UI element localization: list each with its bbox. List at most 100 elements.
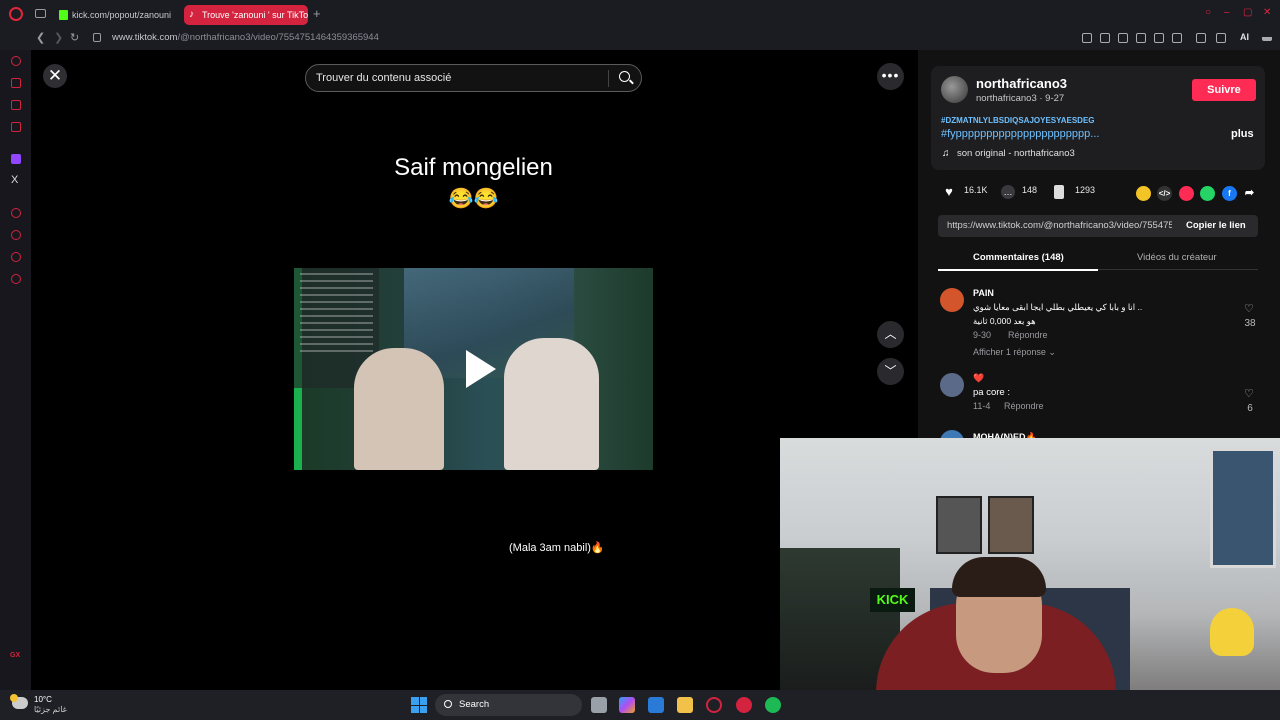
copy-link-button[interactable]: Copier le lien [1186, 220, 1246, 231]
weather-condition: غائم جزئيًا [34, 705, 67, 714]
webcam-overlay: KICK [780, 438, 1280, 690]
reload-icon[interactable]: ↻ [70, 31, 79, 44]
hashtag-link[interactable]: #fypppppppppppppppppppppp... [941, 128, 1099, 140]
sidebar-extensions-icon[interactable] [11, 252, 21, 262]
chevron-up-icon[interactable]: ︿ [877, 321, 904, 348]
follow-button[interactable]: Suivre [1192, 79, 1256, 101]
browser-tab-kick[interactable]: kick.com/popout/zanouni [54, 5, 174, 25]
back-icon[interactable]: ❮ [36, 31, 45, 44]
search-tabs-icon[interactable]: ○ [1205, 8, 1215, 18]
taskbar-search[interactable]: Search [435, 694, 582, 716]
browser-tab-bar: kick.com/popout/zanouni ♪ Trouve 'zanoun… [0, 0, 1280, 28]
tab-comments[interactable]: Commentaires (148) [973, 252, 1064, 263]
chevron-down-icon[interactable]: ﹀ [877, 358, 904, 385]
file-explorer-icon[interactable] [677, 697, 693, 713]
browser-tab-tiktok[interactable]: ♪ Trouve 'zanouni ' sur TikTo [184, 5, 308, 25]
wall-picture [988, 496, 1034, 554]
comment-date: 11-4 [973, 401, 991, 411]
store-icon[interactable] [648, 697, 664, 713]
video-caption: (Mala 3am nabil)🔥 [509, 542, 605, 554]
save-count: 1293 [1075, 185, 1096, 195]
heart-icon[interactable]: ♥ [942, 185, 956, 199]
comment-icon[interactable]: … [1001, 185, 1015, 199]
reply-button[interactable]: Répondre [1004, 401, 1044, 411]
related-search-input[interactable]: Trouver du contenu associé [305, 64, 642, 92]
avatar[interactable] [940, 288, 964, 312]
sidebar-messenger-icon[interactable] [11, 100, 21, 110]
streamer [876, 557, 1116, 690]
sidebar-twitch-icon[interactable] [11, 154, 21, 164]
comment-count: 148 [1022, 185, 1038, 195]
hashtag-link[interactable]: #DZMATNLYLBSDIQSAJOYESYAESDEG [941, 116, 1095, 125]
author-name[interactable]: northafricano3 [976, 76, 1067, 91]
weather-icon[interactable] [10, 694, 28, 709]
aria-ai-button[interactable]: AI [1240, 32, 1249, 42]
comments-tabs: Commentaires (148) Vidéos du créateur [938, 250, 1258, 271]
valorant-icon[interactable] [736, 697, 752, 713]
spotify-icon[interactable] [765, 697, 781, 713]
opera-icon[interactable] [9, 7, 23, 21]
facebook-icon[interactable]: f [1222, 186, 1237, 201]
maximize-icon[interactable]: ▢ [1243, 8, 1253, 18]
sidebar-gx-corner-icon[interactable] [11, 56, 21, 66]
heart-icon[interactable]: ♡ [1244, 389, 1255, 400]
task-view-icon[interactable] [591, 697, 607, 713]
forward-icon[interactable]: ❯ [54, 31, 63, 44]
wall-picture [936, 496, 982, 554]
embed-icon[interactable]: </> [1157, 186, 1172, 201]
pin-icon[interactable] [1082, 33, 1092, 43]
heart-icon[interactable]: ♡ [1244, 304, 1255, 315]
sidebar-instagram-icon[interactable] [11, 122, 21, 132]
kick-favicon [59, 10, 68, 20]
plush-toy [1210, 608, 1254, 656]
send-icon[interactable] [1179, 186, 1194, 201]
comment-username[interactable]: PAIN [973, 288, 994, 298]
heart-icon[interactable] [1172, 33, 1182, 43]
menu-icon[interactable] [1262, 33, 1272, 41]
search-icon[interactable] [619, 71, 630, 82]
minimize-icon[interactable]: – [1224, 8, 1234, 18]
sidebar-player-icon[interactable] [11, 208, 21, 218]
camera-icon[interactable] [1196, 33, 1206, 43]
more-description-button[interactable]: plus [1231, 128, 1254, 140]
windows-start-icon[interactable] [411, 697, 427, 713]
show-replies-button[interactable]: Afficher 1 réponse ⌄ [973, 347, 1056, 358]
windows-taskbar: 10°C غائم جزئيًا Search [0, 690, 1280, 720]
extensions-icon[interactable] [1136, 33, 1146, 43]
weather-temperature: 10°C [34, 695, 52, 704]
play-icon[interactable] [466, 350, 496, 388]
music-link[interactable]: son original - northafricano3 [957, 148, 1075, 159]
sidebar-x-icon[interactable]: X [11, 174, 18, 186]
download-icon[interactable] [1216, 33, 1226, 43]
close-window-icon[interactable]: ✕ [1263, 8, 1273, 18]
comment-username[interactable]: ❤️ [973, 373, 984, 384]
lock-icon [93, 33, 101, 42]
copilot-icon[interactable] [619, 697, 635, 713]
avatar[interactable] [941, 76, 968, 103]
sidebar-history-icon[interactable] [11, 230, 21, 240]
url-field[interactable]: www.tiktok.com/@northafricano3/video/755… [112, 32, 379, 43]
sidebar-store-icon[interactable] [11, 78, 21, 88]
player-icon[interactable] [1154, 33, 1164, 43]
coin-icon[interactable] [1136, 186, 1151, 201]
comment-date: 9-30 [973, 330, 992, 340]
like-count: 16.1K [964, 185, 988, 195]
reply-button[interactable]: Répondre [1008, 330, 1048, 340]
search-icon [444, 700, 452, 708]
gx-label: GX [10, 652, 21, 659]
whatsapp-icon[interactable] [1200, 186, 1215, 201]
snapshot-icon[interactable] [1100, 33, 1110, 43]
more-icon[interactable]: ••• [877, 63, 904, 90]
tab-grid-icon[interactable] [35, 9, 46, 18]
tab-creator-videos[interactable]: Vidéos du créateur [1137, 252, 1217, 263]
sidebar-settings-icon[interactable] [11, 274, 21, 284]
share-link-text[interactable]: https://www.tiktok.com/@northafricano3/v… [947, 220, 1172, 231]
adblock-icon[interactable] [1118, 33, 1128, 43]
new-tab-button[interactable]: + [313, 6, 321, 21]
avatar[interactable] [940, 373, 964, 397]
opera-gx-icon[interactable] [706, 697, 722, 713]
share-icon[interactable]: ➦ [1242, 186, 1257, 201]
person-left [354, 348, 444, 470]
close-icon[interactable]: ✕ [43, 64, 67, 88]
bookmark-icon[interactable] [1054, 185, 1064, 199]
